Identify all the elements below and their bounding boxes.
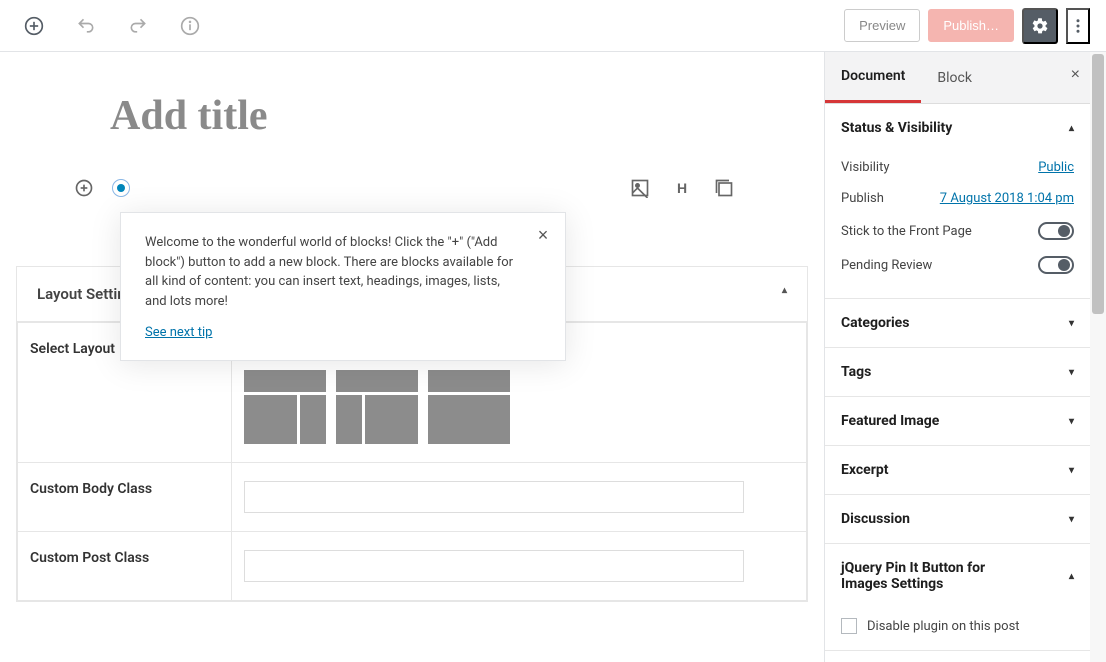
add-block-inline-button[interactable] xyxy=(66,170,102,206)
status-visibility-header[interactable]: Status & Visibility▴ xyxy=(825,104,1090,152)
pending-review-toggle[interactable] xyxy=(1038,256,1074,274)
toolbar-left xyxy=(16,8,208,44)
sidebar-scrollbar[interactable] xyxy=(1090,52,1106,662)
settings-button[interactable] xyxy=(1022,8,1058,44)
custom-post-class-label: Custom Post Class xyxy=(18,532,232,601)
post-title-input[interactable]: Add title xyxy=(110,92,714,140)
heading-block-icon[interactable]: H xyxy=(672,178,692,198)
settings-sidebar: Document Block × Status & Visibility▴ Vi… xyxy=(825,52,1090,662)
tab-block[interactable]: Block xyxy=(921,54,988,102)
undo-button[interactable] xyxy=(68,8,104,44)
featured-image-header[interactable]: Featured Image▾ xyxy=(825,397,1090,445)
default-block-row: H xyxy=(0,170,824,206)
gallery-block-icon[interactable] xyxy=(714,178,734,198)
disable-plugin-label: Disable plugin on this post xyxy=(867,619,1020,634)
publish-date-label: Publish xyxy=(841,191,884,206)
pinit-header[interactable]: jQuery Pin It Button for Images Settings… xyxy=(825,544,1090,608)
custom-body-class-input[interactable] xyxy=(244,481,744,513)
publish-button[interactable]: Publish… xyxy=(928,9,1014,42)
categories-header[interactable]: Categories▾ xyxy=(825,299,1090,347)
publish-date-link[interactable]: 7 August 2018 1:04 pm xyxy=(940,191,1074,206)
stick-front-page-label: Stick to the Front Page xyxy=(841,224,972,239)
layout-option-2[interactable] xyxy=(336,370,418,444)
pending-review-label: Pending Review xyxy=(841,258,932,273)
toolbar-right: Preview Publish… xyxy=(844,8,1090,44)
top-toolbar: Preview Publish… xyxy=(0,0,1106,52)
tip-text: Welcome to the wonderful world of blocks… xyxy=(145,233,541,311)
editor-canvas: Add title H Layout Settings xyxy=(0,52,824,662)
tip-popover: × Welcome to the wonderful world of bloc… xyxy=(120,212,566,361)
visibility-label: Visibility xyxy=(841,160,890,175)
more-menu-button[interactable] xyxy=(1066,8,1090,44)
sidebar-tabs: Document Block × xyxy=(825,52,1090,104)
block-quick-inserters: H xyxy=(630,178,734,198)
tab-document[interactable]: Document xyxy=(825,52,921,103)
tags-header[interactable]: Tags▾ xyxy=(825,348,1090,396)
custom-body-class-label: Custom Body Class xyxy=(18,463,232,532)
tip-close-button[interactable]: × xyxy=(531,223,555,247)
custom-post-class-input[interactable] xyxy=(244,550,744,582)
excerpt-header[interactable]: Excerpt▾ xyxy=(825,446,1090,494)
layout-thumbnails xyxy=(244,370,794,444)
sidebar-close-button[interactable]: × xyxy=(1071,66,1080,84)
discussion-header[interactable]: Discussion▾ xyxy=(825,495,1090,543)
disable-plugin-checkbox[interactable] xyxy=(841,618,857,634)
redo-button[interactable] xyxy=(120,8,156,44)
stick-front-page-toggle[interactable] xyxy=(1038,222,1074,240)
add-block-button[interactable] xyxy=(16,8,52,44)
tip-indicator-icon xyxy=(112,179,130,197)
visibility-value-link[interactable]: Public xyxy=(1038,160,1074,175)
info-button[interactable] xyxy=(172,8,208,44)
image-block-icon[interactable] xyxy=(630,178,650,198)
preview-button[interactable]: Preview xyxy=(844,9,920,42)
layout-option-3[interactable] xyxy=(428,370,510,444)
tip-next-link[interactable]: See next tip xyxy=(145,325,212,340)
layout-option-1[interactable] xyxy=(244,370,326,444)
